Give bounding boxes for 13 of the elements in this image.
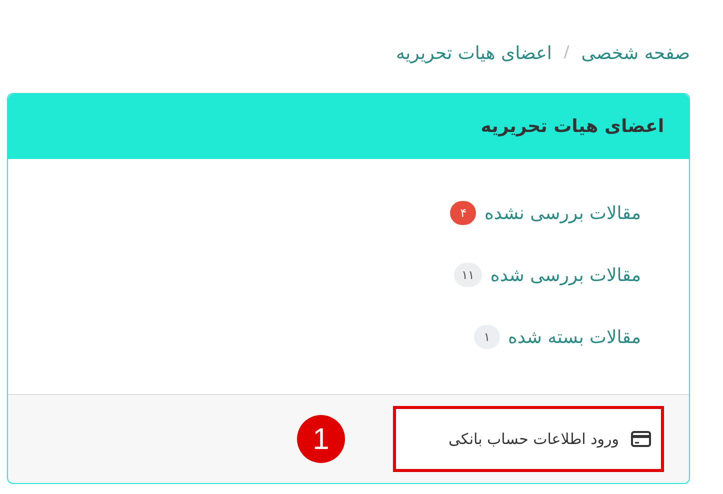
- step-marker: 1: [297, 415, 345, 463]
- credit-card-icon: [631, 431, 651, 447]
- bank-account-link[interactable]: ورود اطلاعات حساب بانکی: [393, 406, 664, 472]
- breadcrumb-link[interactable]: صفحه شخصی: [581, 40, 690, 67]
- menu-link[interactable]: مقالات بررسی شده: [490, 262, 641, 288]
- menu-link[interactable]: مقالات بررسی نشده: [484, 200, 641, 226]
- count-badge: ۴: [450, 201, 476, 225]
- count-badge: ۱۱: [454, 263, 482, 287]
- count-badge: ۱: [474, 325, 500, 349]
- menu-link[interactable]: مقالات بسته شده: [508, 324, 641, 350]
- breadcrumb-separator: /: [564, 41, 570, 63]
- breadcrumb-link[interactable]: اعضای هیات تحریریه: [396, 40, 552, 67]
- card-title: اعضای هیات تحریریه: [480, 115, 664, 139]
